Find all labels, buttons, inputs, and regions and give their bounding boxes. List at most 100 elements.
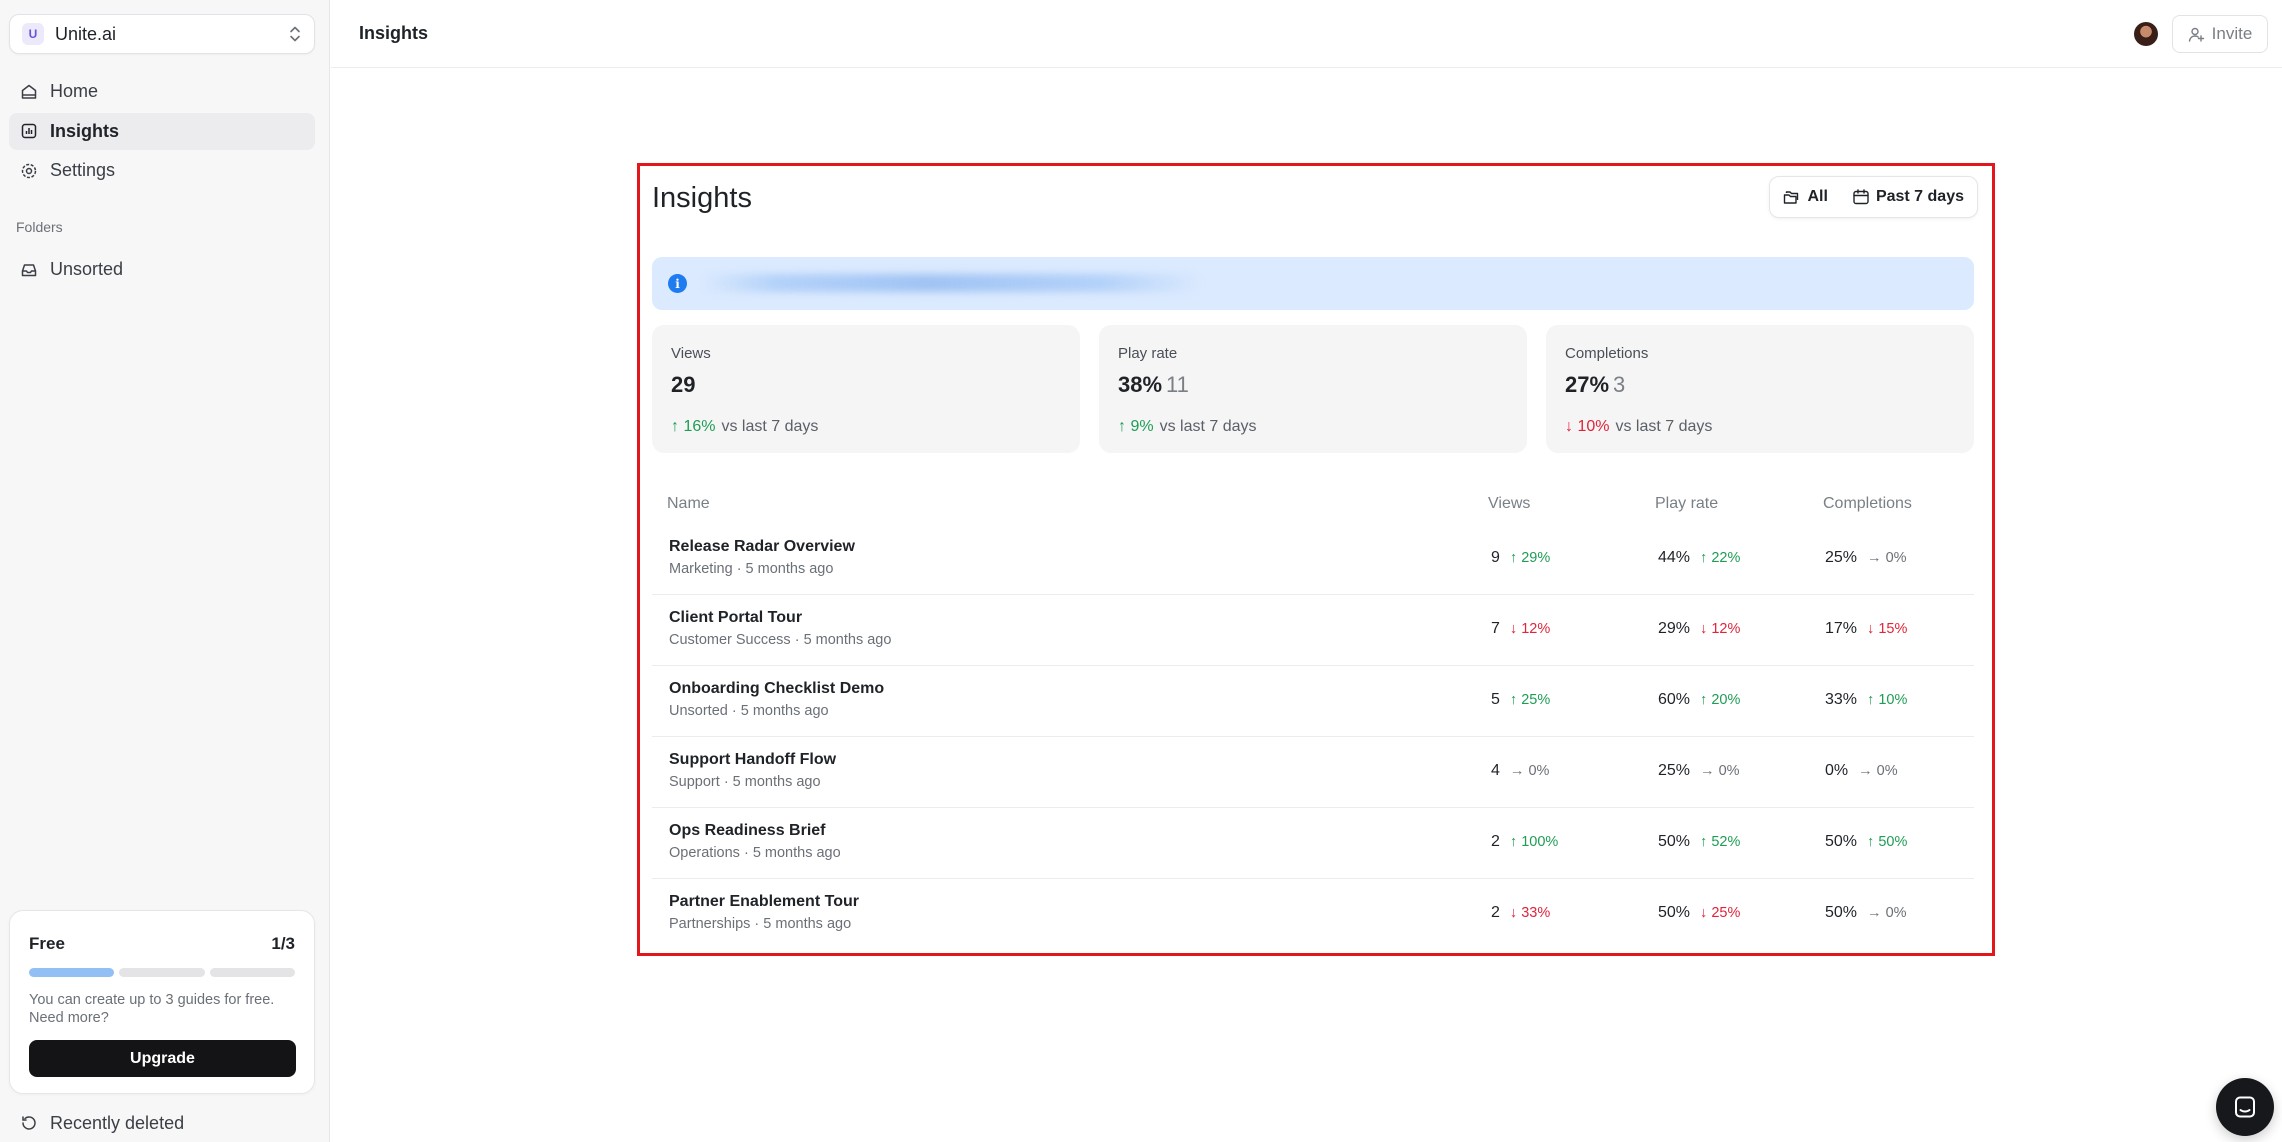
guide-meta: Support · 5 months ago [669,774,821,790]
guide-title[interactable]: Ops Readiness Brief [669,822,826,840]
metric-delta-value: 29% [1521,550,1551,566]
guide-title[interactable]: Support Handoff Flow [669,751,836,769]
plan-usage-segment [119,968,205,977]
metric-delta-value: 50% [1878,834,1908,850]
page-title: Insights [359,23,429,43]
guide-meta: Operations · 5 months ago [669,845,841,861]
stat-value: 38% 11 [1118,372,1508,398]
stat-compare: vs last 7 days [1615,418,1713,435]
chart-icon [21,123,37,139]
invite-label: Invite [2211,24,2253,43]
stat-delta-value: 9% [1130,418,1154,435]
views-cell: 9 ↑ 29% [1491,549,1550,567]
sidebar: U Unite.ai Home Insights Settings Folder… [0,0,330,1142]
play-rate-cell: 44% ↑ 22% [1658,549,1740,567]
metric-delta-value: 25% [1521,692,1551,708]
table-row[interactable]: Release Radar Overview Marketing · 5 mont… [652,524,1974,595]
table-row[interactable]: Support Handoff Flow Support · 5 months a… [652,737,1974,808]
arrow-up-icon: ↑ [1509,834,1518,850]
table-row[interactable]: Ops Readiness Brief Operations · 5 months… [652,808,1974,879]
metric-delta: → 0% [1858,763,1898,779]
stat-card-views: Views 29 ↑ 16% vs last 7 days [652,325,1080,453]
folders-section-label: Folders [16,219,63,235]
metric-delta: ↑ 20% [1700,692,1740,708]
date-range-label: Past 7 days [1875,188,1964,205]
completions-cell: 25% → 0% [1825,549,1907,567]
arrow-right-icon: → [1700,763,1715,779]
stat-compare: vs last 7 days [721,418,819,435]
folder-filter-button[interactable]: All [1783,188,1828,206]
inbox-icon [21,263,37,276]
chevron-up-down-icon [290,26,300,42]
sidebar-item-label: Recently deleted [50,1112,185,1133]
metric-value: 5 [1491,691,1500,708]
sidebar-item-unsorted[interactable]: Unsorted [9,251,315,288]
metric-delta-value: 52% [1711,834,1741,850]
stat-main-value: 27% [1565,372,1610,397]
metric-delta: ↑ 22% [1700,550,1740,566]
metric-delta: ↓ 12% [1510,621,1550,637]
table-header: Name Views Play rate Completions [652,484,1974,524]
metric-value: 50% [1658,904,1691,921]
metric-delta-value: 22% [1711,550,1741,566]
guide-title[interactable]: Client Portal Tour [669,609,802,627]
views-cell: 2 ↑ 100% [1491,833,1558,851]
metric-delta: → 0% [1510,763,1550,779]
metric-value: 50% [1825,833,1858,850]
stat-count: 3 [1613,372,1626,397]
metric-value: 60% [1658,691,1691,708]
metric-delta-value: 15% [1878,621,1908,637]
table-row[interactable]: Client Portal Tour Customer Success · 5 m… [652,595,1974,666]
metric-delta-value: 12% [1711,621,1741,637]
stat-main-value: 38% [1118,372,1163,397]
chat-launcher-button[interactable] [2216,1078,2274,1136]
workspace-switcher[interactable]: U Unite.ai [9,14,315,54]
plan-usage-segment [29,968,115,977]
metric-delta-value: 20% [1711,692,1741,708]
folder-filter-label: All [1807,188,1828,205]
sidebar-item-recently-deleted[interactable]: Recently deleted [9,1106,315,1140]
arrow-up-icon: ↑ [1700,834,1708,850]
stat-delta-value: 16% [683,418,716,435]
info-icon: i [668,274,687,293]
invite-button[interactable]: Invite [2172,15,2268,53]
guide-title[interactable]: Onboarding Checklist Demo [669,680,884,698]
sidebar-item-label: Insights [50,120,120,141]
banner-redacted-text [702,274,1202,292]
guide-meta: Marketing · 5 months ago [669,561,834,577]
plan-usage-segment [209,968,295,977]
arrow-up-icon: ↑ [1867,692,1875,708]
avatar[interactable] [2134,22,2158,46]
top-bar: Insights [331,0,2282,68]
column-header-completions[interactable]: Completions [1823,495,1912,513]
guide-meta: Partnerships · 5 months ago [669,916,852,932]
views-cell: 7 ↓ 12% [1491,620,1550,638]
stat-value: 27% 3 [1565,372,1955,398]
column-header-play-rate[interactable]: Play rate [1655,495,1718,513]
stats-row: Views 29 ↑ 16% vs last 7 days Play rate 38% 11… [652,325,1974,453]
sidebar-item-home[interactable]: Home [9,73,315,110]
metric-delta-value: 0% [1528,763,1550,779]
metric-delta: ↑ 50% [1867,834,1907,850]
arrow-up-icon: ↑ [1867,834,1875,850]
guide-title[interactable]: Release Radar Overview [669,538,855,556]
metric-value: 7 [1491,620,1500,637]
upgrade-button[interactable]: Upgrade [29,1040,296,1077]
sidebar-item-settings[interactable]: Settings [9,152,315,189]
table-body: Release Radar Overview Marketing · 5 mont… [652,524,1974,950]
table-row[interactable]: Onboarding Checklist Demo Unsorted · 5 mo… [652,666,1974,737]
date-range-button[interactable]: Past 7 days [1852,188,1964,206]
guide-meta: Unsorted · 5 months ago [669,703,829,719]
column-header-views[interactable]: Views [1488,495,1530,513]
metric-delta: → 0% [1867,905,1907,921]
metric-delta: ↑ 29% [1510,550,1550,566]
info-banner: i [652,257,1974,310]
guide-title[interactable]: Partner Enablement Tour [669,893,859,911]
arrow-up-icon: ↑ [1509,692,1518,708]
metric-delta: → 0% [1867,550,1907,566]
sidebar-item-insights[interactable]: Insights [9,112,315,150]
table-row[interactable]: Partner Enablement Tour Partnerships · 5 … [652,879,1974,950]
column-header-name[interactable]: Name [667,495,710,513]
metric-delta: ↑ 100% [1510,834,1558,850]
play-rate-cell: 29% ↓ 12% [1658,620,1740,638]
